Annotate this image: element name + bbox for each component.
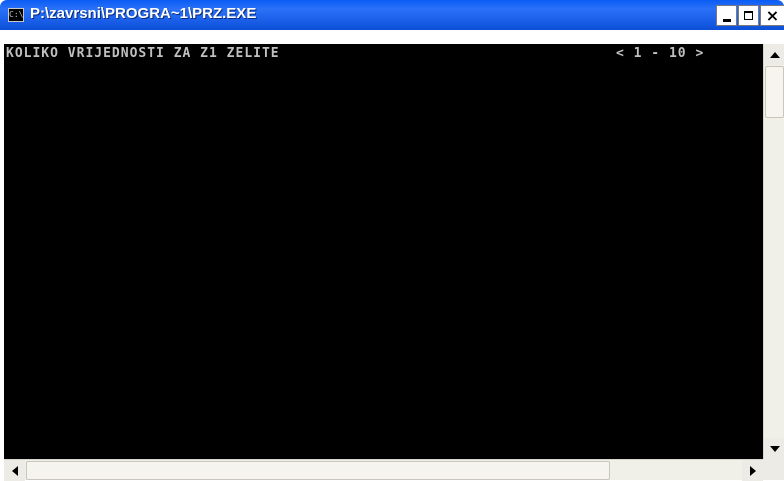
maximize-icon [744, 11, 753, 20]
arrow-right-icon [749, 465, 756, 476]
window-frame-top [0, 30, 784, 44]
arrow-up-icon [769, 51, 780, 58]
console-output[interactable] [4, 44, 763, 459]
minimize-icon [722, 18, 731, 22]
scroll-down-button[interactable] [764, 438, 784, 459]
window-title: P:\zavrsni\PROGRA~1\PRZ.EXE [30, 5, 257, 22]
arrow-down-icon [769, 445, 780, 452]
close-button[interactable]: × [760, 5, 784, 26]
arrow-left-icon [11, 465, 18, 476]
scroll-left-button[interactable] [4, 460, 25, 481]
close-icon: × [765, 5, 780, 25]
minimize-button[interactable] [716, 5, 737, 26]
console-range-hint: < 1 - 10 > [616, 46, 705, 61]
vertical-scrollbar[interactable] [763, 44, 784, 459]
horizontal-scrollbar[interactable] [4, 459, 763, 481]
horizontal-scroll-thumb[interactable] [26, 461, 610, 480]
scroll-up-button[interactable] [764, 44, 784, 65]
console-icon[interactable]: C:\ [8, 8, 24, 22]
maximize-button[interactable] [738, 5, 759, 26]
console-prompt: KOLIKO VRIJEDNOSTI ZA Z1 ZELITE [6, 46, 280, 61]
title-bar[interactable]: C:\ P:\zavrsni\PROGRA~1\PRZ.EXE [0, 0, 784, 30]
scroll-right-button[interactable] [742, 460, 763, 481]
vertical-scroll-thumb[interactable] [765, 66, 784, 118]
size-grip[interactable] [763, 459, 784, 480]
